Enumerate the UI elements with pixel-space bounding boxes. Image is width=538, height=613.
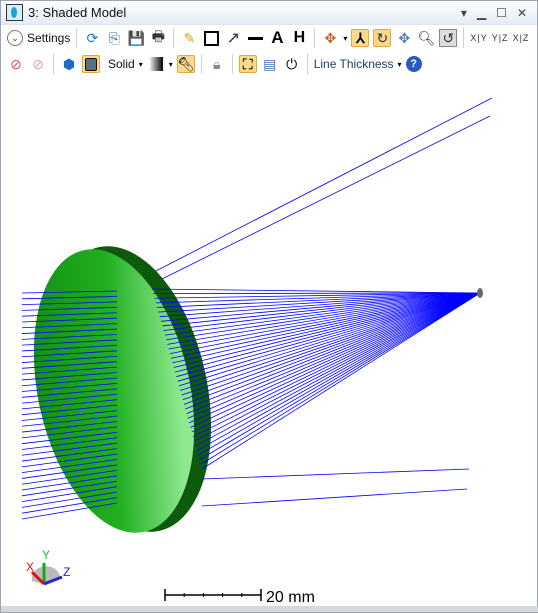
title-bar: 3: Shaded Model ▾ ▁ ☐ ✕: [1, 1, 537, 25]
axis-triad: Y X Z: [26, 548, 70, 586]
window-title: 3: Shaded Model: [28, 5, 127, 20]
3d-viewport[interactable]: Y X Z 20 mm: [2, 77, 536, 607]
rectangle-icon[interactable]: [202, 29, 220, 47]
scale-bar-label: 20 mm: [266, 589, 315, 606]
zoom-icon[interactable]: 🔍︎: [417, 29, 435, 47]
arrow-icon[interactable]: ↗: [224, 29, 242, 47]
dimension-icon[interactable]: H: [290, 29, 308, 47]
ray: [194, 292, 481, 442]
scale-bar: 20 mm: [164, 589, 315, 606]
ray: [183, 292, 481, 405]
line-icon[interactable]: [246, 29, 264, 47]
ray: [201, 292, 481, 470]
toolbar-row-1: ⌄ Settings ⟳ ⎘ 💾 🖶 ✎ ↗ A H ✥ ▾ ⅄ ↻ ✥ 🔍︎ ↺…: [1, 25, 537, 51]
lock-icon[interactable]: 🔒︎: [208, 55, 226, 73]
ray: [178, 292, 481, 387]
ray: [187, 292, 481, 419]
maximize-icon[interactable]: ☐: [496, 6, 507, 20]
flashlight-icon[interactable]: 🔦︎: [176, 55, 195, 73]
refresh-icon[interactable]: ⟳: [83, 29, 101, 47]
pencil-icon[interactable]: ✎: [180, 29, 198, 47]
ray: [201, 488, 468, 507]
line-thickness-dropdown[interactable]: Line Thickness: [314, 57, 394, 71]
shaded-model-window: 3: Shaded Model ▾ ▁ ☐ ✕ ⌄ Settings ⟳ ⎘ 💾…: [0, 0, 538, 613]
disable-all-icon[interactable]: ⊘: [29, 55, 47, 73]
minimize-icon[interactable]: ▁: [477, 6, 486, 20]
solid-shape-icon[interactable]: [82, 55, 100, 73]
fit-icon[interactable]: ⛶: [238, 55, 257, 73]
app-icon: [6, 4, 23, 21]
close-icon[interactable]: ✕: [517, 6, 527, 20]
view-xz-button[interactable]: X|Z: [513, 33, 530, 43]
view-yz-button[interactable]: Y|Z: [492, 33, 509, 43]
axis-y-label: Y: [42, 548, 50, 562]
ray: [176, 292, 481, 378]
print-icon[interactable]: 🖶: [149, 28, 167, 47]
copy-icon[interactable]: ⎘: [105, 29, 123, 47]
cube-icon[interactable]: ⬢: [60, 55, 78, 73]
ray: [190, 292, 481, 428]
ray: [201, 468, 470, 480]
ray: [151, 288, 481, 294]
dropdown-icon[interactable]: ▾: [461, 6, 467, 20]
gradient-icon[interactable]: [147, 55, 165, 73]
pan-icon[interactable]: ✥: [395, 29, 413, 47]
text-icon[interactable]: A: [268, 28, 286, 47]
axis-z-label: Z: [63, 565, 70, 579]
reset-view-icon[interactable]: ↺: [439, 29, 458, 47]
ray: [191, 292, 481, 433]
view-xy-button[interactable]: X|Y: [470, 33, 487, 43]
toolbar-row-2: ⊘ ⊘ ⬢ Solid ▾ ▾ 🔦︎ 🔒︎ ⛶ ▤ ⏻ Line Thicknes…: [1, 51, 537, 77]
window-copy-icon[interactable]: ▤: [261, 55, 279, 73]
axes-icon[interactable]: ⅄: [351, 29, 370, 47]
settings-button[interactable]: Settings: [27, 31, 70, 45]
axis-x-label: X: [26, 560, 34, 574]
help-icon[interactable]: ?: [405, 56, 422, 72]
save-icon[interactable]: 💾: [127, 29, 145, 47]
settings-chevron-icon[interactable]: ⌄: [7, 30, 23, 46]
ray: [195, 292, 481, 447]
power-icon[interactable]: ⏻: [283, 55, 301, 73]
disable-icon[interactable]: ⊘: [7, 55, 25, 73]
ray: [151, 115, 491, 285]
ray: [180, 292, 481, 391]
ray: [197, 292, 481, 456]
detector: [477, 288, 483, 298]
ray: [151, 97, 493, 274]
rotate-icon[interactable]: ↻: [373, 29, 392, 47]
rotate-view-icon[interactable]: ✥: [321, 29, 339, 47]
render-mode-dropdown[interactable]: Solid: [108, 57, 135, 71]
